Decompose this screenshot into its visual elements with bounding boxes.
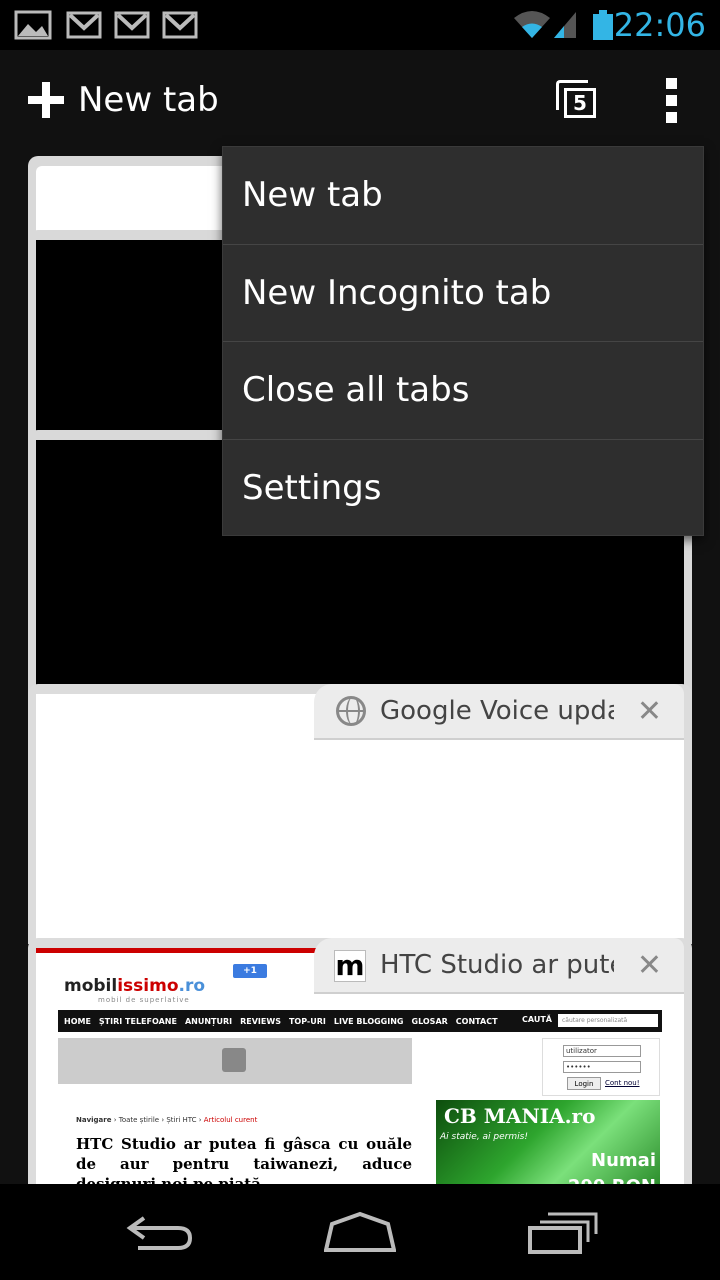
- browser-toolbar: New tab 5: [0, 50, 720, 150]
- tab-switcher-button[interactable]: 5: [552, 76, 602, 122]
- menu-item-settings[interactable]: Settings: [223, 440, 703, 538]
- plusone-button: +1: [233, 964, 267, 978]
- tab-count: 5: [564, 88, 596, 118]
- tab-header: m HTC Studio ar putea ✕: [314, 938, 684, 994]
- wifi-icon: [514, 11, 550, 38]
- site-accent-line: [36, 948, 326, 953]
- puzzle-icon: [222, 1048, 246, 1072]
- menu-item-close-all-tabs[interactable]: Close all tabs: [223, 342, 703, 440]
- tab-title: HTC Studio ar putea: [380, 950, 614, 980]
- login-box: utilizator •••••• Login Cont nou!: [542, 1038, 660, 1096]
- menu-item-new-incognito-tab[interactable]: New Incognito tab: [223, 245, 703, 342]
- overflow-menu-button[interactable]: [660, 78, 684, 123]
- new-tab-button[interactable]: New tab: [28, 76, 219, 124]
- close-tab-icon[interactable]: ✕: [637, 694, 662, 729]
- tab-header: Google Voice update ✕: [314, 684, 684, 740]
- gmail-icon: [162, 11, 198, 39]
- image-notification-icon: [14, 10, 52, 40]
- plugin-placeholder: [58, 1038, 412, 1084]
- tab-card-htc-studio[interactable]: mobilissimo.ro mobil de superlative +1 H…: [28, 938, 692, 1184]
- battery-icon: [593, 10, 613, 40]
- menu-item-new-tab[interactable]: New tab: [223, 147, 703, 245]
- overflow-dot: [666, 78, 677, 89]
- close-tab-icon[interactable]: ✕: [637, 948, 662, 983]
- site-navbar: HOME ȘTIRI TELEFOANE ANUNȚURI REVIEWS TO…: [58, 1010, 662, 1032]
- tab-title: Google Voice update: [380, 696, 614, 726]
- mobilissimo-icon: m: [334, 949, 366, 982]
- overflow-menu: New tab New Incognito tab Close all tabs…: [222, 146, 704, 536]
- signal-icon: [554, 12, 576, 38]
- overflow-dot: [666, 95, 677, 106]
- globe-icon: [336, 696, 366, 726]
- overflow-dot: [666, 112, 677, 123]
- ad-banner: CB MANIA.ro Ai statie, ai permis! Numai …: [436, 1100, 660, 1184]
- site-logo: mobilissimo.ro: [64, 976, 206, 996]
- article-title: HTC Studio ar putea fi gâsca cu ouăle de…: [76, 1135, 412, 1184]
- plus-icon: [28, 82, 64, 118]
- status-bar: 22:06: [0, 0, 720, 50]
- tab-card-google-voice[interactable]: Google Voice update ✕: [28, 684, 692, 944]
- recent-apps-icon[interactable]: [526, 1210, 598, 1254]
- clock: 22:06: [613, 6, 706, 44]
- home-icon[interactable]: [324, 1210, 396, 1254]
- new-tab-label: New tab: [78, 80, 219, 120]
- gmail-icon: [114, 11, 150, 39]
- gmail-icon: [66, 11, 102, 39]
- back-icon[interactable]: [124, 1210, 196, 1254]
- site-tagline: mobil de superlative: [98, 996, 190, 1004]
- breadcrumb: Navigare › Toate știrile › Știri HTC › A…: [76, 1116, 258, 1124]
- system-nav-bar: [0, 1184, 720, 1280]
